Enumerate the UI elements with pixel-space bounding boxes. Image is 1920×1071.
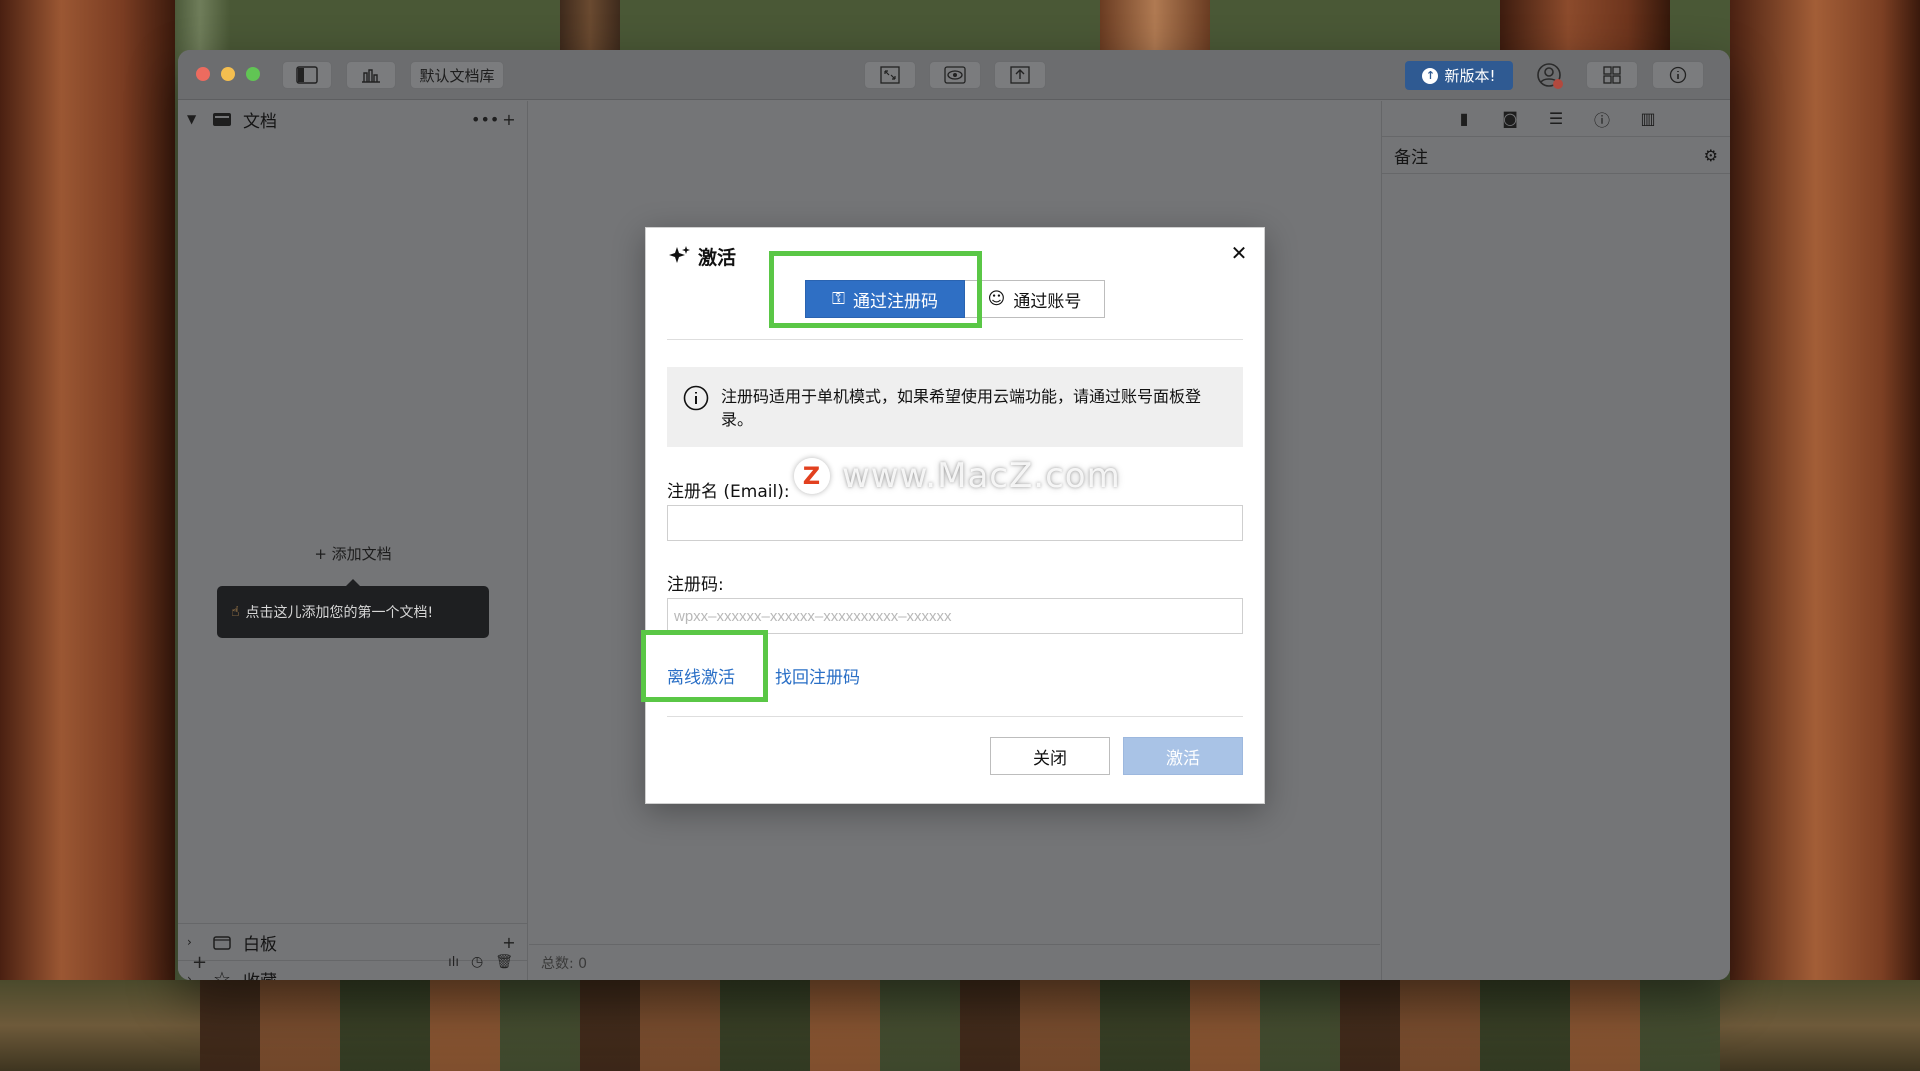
- wallpaper-tree: [0, 0, 175, 1071]
- divider: [667, 716, 1243, 717]
- add-document-button[interactable]: + 添加文档: [178, 543, 528, 564]
- eye-icon: [944, 66, 966, 84]
- more-icon[interactable]: •••: [471, 110, 499, 129]
- gear-icon[interactable]: ⚙: [1704, 146, 1718, 165]
- close-window-button[interactable]: [196, 67, 210, 81]
- sidebar-section-documents[interactable]: ▼ 文档 ••• +: [178, 101, 527, 137]
- info-button[interactable]: [1652, 61, 1704, 89]
- onboarding-tooltip: ☝ 点击这儿添加您的第一个文档!: [217, 579, 489, 638]
- account-circle-icon: ☺: [987, 289, 1006, 309]
- fullscreen-button[interactable]: [864, 61, 916, 89]
- email-label: 注册名 (Email):: [667, 482, 790, 502]
- add-document-plus-icon[interactable]: +: [499, 110, 519, 129]
- inspector-panel: ▮ ◙ ☰ ⓘ ▥ 备注 ⚙: [1381, 101, 1730, 980]
- stats-icon[interactable]: ılı: [448, 955, 459, 970]
- sidebar: ▼ 文档 ••• + + 添加文档 ☝ 点击这儿添加您的第一个文档! › 白板 …: [178, 101, 528, 980]
- notes-header: 备注 ⚙: [1382, 137, 1730, 174]
- sparkles-icon: [669, 246, 690, 263]
- divider: [667, 339, 1243, 340]
- watermark-text: www.MacZ.com: [842, 456, 1121, 496]
- registration-code-label: 注册码:: [667, 575, 724, 595]
- new-version-label: 新版本!: [1444, 67, 1496, 85]
- wallpaper-tree: [1730, 0, 1920, 1071]
- zoom-window-button[interactable]: [246, 67, 260, 81]
- library-icon: [362, 69, 380, 83]
- close-icon[interactable]: ✕: [1228, 241, 1250, 265]
- key-icon: ⚿: [832, 289, 845, 309]
- layout-button[interactable]: [1586, 61, 1638, 89]
- inspector-toolbar: ▮ ◙ ☰ ⓘ ▥: [1382, 101, 1730, 137]
- close-button[interactable]: 关闭: [990, 737, 1110, 775]
- tooltip-text: 点击这儿添加您的第一个文档!: [245, 605, 434, 621]
- sidebar-footer: + ılı ◷ 🗑: [178, 944, 527, 980]
- total-count: 总数: 0: [541, 955, 588, 972]
- activate-button[interactable]: 激活: [1123, 737, 1243, 775]
- user-icon: [1537, 63, 1563, 89]
- dialog-title-text: 激活: [698, 246, 737, 269]
- preview-button[interactable]: [929, 61, 981, 89]
- expand-icon: [880, 66, 900, 84]
- share-button[interactable]: [994, 61, 1046, 89]
- tab-account-label: 通过账号: [1013, 291, 1082, 312]
- add-plus-icon[interactable]: +: [192, 952, 207, 973]
- info-icon[interactable]: ⓘ: [1592, 109, 1612, 130]
- email-field[interactable]: [667, 505, 1243, 541]
- archive-icon: [213, 113, 231, 126]
- registration-code-field[interactable]: [667, 598, 1243, 634]
- retrieve-code-link[interactable]: 找回注册码: [775, 663, 860, 688]
- history-clock-icon[interactable]: ◷: [471, 954, 483, 970]
- tab-account[interactable]: ☺ 通过账号: [965, 280, 1105, 318]
- share-icon: [1010, 66, 1030, 84]
- documents-label: 文档: [243, 111, 277, 132]
- dialog-title: 激活: [668, 242, 736, 270]
- info-icon: [683, 385, 709, 411]
- account-button[interactable]: [1536, 62, 1564, 90]
- pointing-hand-icon: ☝: [231, 604, 240, 620]
- library-view-button[interactable]: [346, 61, 396, 89]
- activation-method-tabs: ⚿ 通过注册码 ☺ 通过账号: [805, 280, 1105, 318]
- info-notice: 注册码适用于单机模式，如果希望使用云端功能，请通过账号面板登录。: [667, 367, 1243, 447]
- activation-dialog: 激活 ✕ ⚿ 通过注册码 ☺ 通过账号 注册码适用于单机模式，如果希望使用云端功…: [645, 227, 1265, 804]
- list-icon[interactable]: ☰: [1546, 109, 1566, 129]
- status-bar: 总数: 0: [529, 944, 1380, 980]
- wallpaper-forest: [200, 980, 1720, 1071]
- add-document-label: 添加文档: [331, 545, 392, 563]
- new-version-button[interactable]: ↑ 新版本!: [1405, 61, 1513, 90]
- chevron-down-icon: ▼: [187, 112, 197, 126]
- trash-icon[interactable]: 🗑: [495, 954, 513, 970]
- watermark: Z www.MacZ.com: [794, 456, 1121, 496]
- minimize-window-button[interactable]: [221, 67, 235, 81]
- tab-registration-code[interactable]: ⚿ 通过注册码: [805, 280, 965, 318]
- sidebar-icon: [296, 66, 318, 84]
- arrow-up-icon: ↑: [1422, 67, 1439, 84]
- note-icon[interactable]: ▮: [1454, 109, 1474, 129]
- offline-activation-link[interactable]: 离线激活: [667, 663, 735, 688]
- camera-icon[interactable]: ◙: [1500, 109, 1520, 129]
- notes-label: 备注: [1394, 147, 1428, 168]
- watermark-logo: Z: [794, 458, 830, 494]
- grid-icon: [1603, 66, 1621, 84]
- tab-registration-code-label: 通过注册码: [852, 291, 938, 312]
- library-selector[interactable]: 默认文档库: [410, 61, 504, 89]
- info-icon: [1669, 66, 1687, 84]
- plus-icon: +: [314, 545, 332, 563]
- title-bar: 默认文档库 ↑ 新版本!: [178, 50, 1730, 100]
- map-icon[interactable]: ▥: [1638, 109, 1658, 129]
- toggle-sidebar-button[interactable]: [282, 61, 332, 89]
- notice-text: 注册码适用于单机模式，如果希望使用云端功能，请通过账号面板登录。: [721, 387, 1202, 429]
